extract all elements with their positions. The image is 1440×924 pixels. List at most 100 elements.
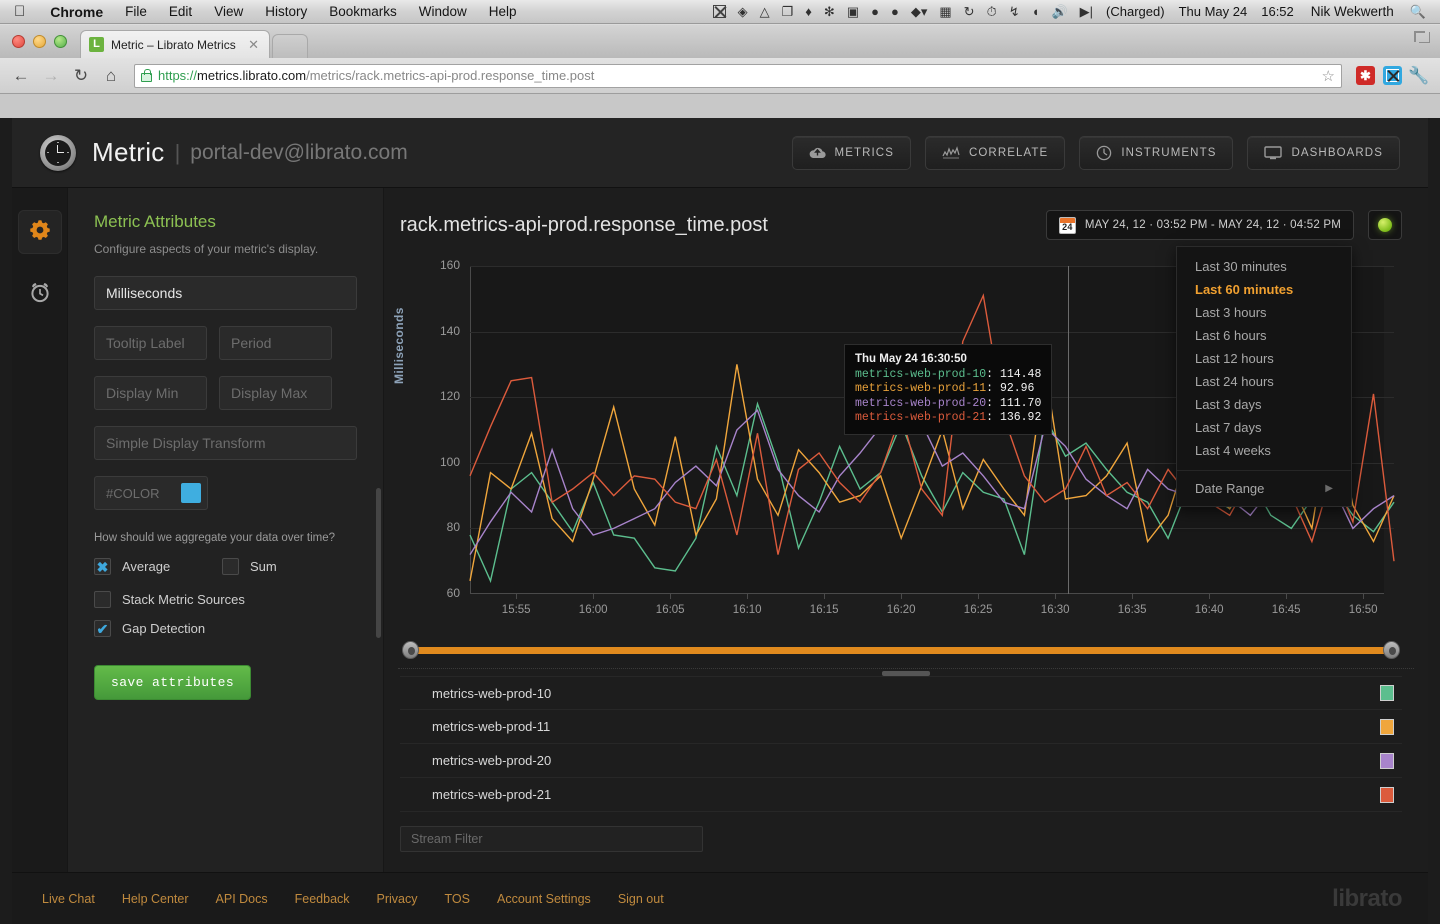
footer-link-account-settings[interactable]: Account Settings (497, 892, 591, 906)
close-icon[interactable]: ✕ (246, 37, 261, 53)
legend-row[interactable]: metrics-web-prod-21 (400, 778, 1402, 812)
menu-item-window[interactable]: Window (408, 4, 478, 19)
menu-item-file[interactable]: File (114, 4, 158, 19)
dropdown-item-1[interactable]: Last 60 minutes (1177, 278, 1351, 301)
dropdown-item-5[interactable]: Last 24 hours (1177, 370, 1351, 393)
legend-color-swatch[interactable] (1380, 752, 1394, 769)
panel-resize-handle[interactable] (398, 668, 1414, 676)
display-transform-input[interactable] (94, 426, 357, 460)
leaf-icon[interactable]: ◆▾ (905, 4, 934, 20)
menu-item-bookmarks[interactable]: Bookmarks (318, 4, 408, 19)
save-attributes-button[interactable]: save attributes (94, 665, 252, 700)
legend-color-swatch[interactable] (1380, 685, 1394, 701)
extension-red-icon[interactable]: ✱ (1356, 66, 1375, 85)
browser-tab[interactable]: L Metric – Librato Metrics ✕ (80, 30, 270, 58)
display-name-input[interactable] (94, 276, 357, 310)
reload-icon[interactable]: ↻ (68, 63, 94, 89)
volume-icon[interactable]: 🔊 (1045, 4, 1073, 20)
screen-icon[interactable]: ▣ (841, 4, 865, 20)
legend-color-swatch[interactable] (1380, 786, 1394, 803)
wrench-icon[interactable]: 🔧 (1406, 63, 1432, 89)
legend-row[interactable]: metrics-web-prod-11 (400, 710, 1402, 744)
flame-icon[interactable]: ♦ (799, 4, 818, 19)
slider-handle-right[interactable] (1383, 641, 1400, 659)
resize-grip[interactable] (882, 671, 930, 676)
rail-button-alerts[interactable] (18, 272, 62, 316)
display-min-input[interactable] (94, 376, 207, 410)
copy-icon[interactable]: ❐ (776, 4, 800, 20)
nav-instruments-button[interactable]: INSTRUMENTS (1079, 135, 1234, 170)
period-input[interactable] (219, 326, 332, 360)
power-plug-icon[interactable]: ▶| (1074, 4, 1099, 20)
dropdown-item-4[interactable]: Last 12 hours (1177, 347, 1351, 370)
footer-link-live-chat[interactable]: Live Chat (42, 892, 95, 906)
home-icon[interactable]: ⌂ (98, 63, 124, 89)
footer-link-feedback[interactable]: Feedback (295, 892, 350, 906)
date-range-button[interactable]: 24 MAY 24, 12 · 03:52 PM - MAY 24, 12 · … (1045, 210, 1354, 240)
color-picker-field[interactable]: #COLOR (94, 476, 208, 510)
slider-track[interactable] (412, 647, 1390, 654)
menu-item-chrome[interactable]: Chrome (39, 4, 114, 20)
legend-row[interactable]: metrics-web-prod-10 (400, 676, 1402, 710)
dropdown-item-2[interactable]: Last 3 hours (1177, 301, 1351, 324)
footer-link-sign-out[interactable]: Sign out (618, 892, 664, 906)
search-icon[interactable]: 🔍 (1404, 4, 1432, 20)
dropdown-item-date-range[interactable]: Date Range ▶ (1177, 477, 1351, 500)
dropdown-item-3[interactable]: Last 6 hours (1177, 324, 1351, 347)
new-tab-button[interactable] (272, 34, 308, 58)
footer-link-help-center[interactable]: Help Center (122, 892, 189, 906)
average-checkbox[interactable]: ✖ (94, 558, 111, 575)
zoom-window-button[interactable] (54, 35, 67, 48)
dropdown-item-0[interactable]: Last 30 minutes (1177, 255, 1351, 278)
footer-link-tos[interactable]: TOS (445, 892, 470, 906)
stack-metric-sources-checkbox[interactable] (94, 591, 111, 608)
shield-icon[interactable]: ● (865, 4, 885, 19)
gap-detection-checkbox[interactable]: ✔ (94, 620, 111, 637)
forward-arrow-icon[interactable]: → (38, 63, 64, 89)
back-arrow-icon[interactable]: ← (8, 63, 34, 89)
footer-link-privacy[interactable]: Privacy (377, 892, 418, 906)
menu-item-history[interactable]: History (254, 4, 318, 19)
nav-correlate-button[interactable]: CORRELATE (924, 135, 1066, 170)
star-icon[interactable]: ☆ (1322, 67, 1335, 85)
x-app-icon[interactable] (707, 5, 732, 18)
date-range-dropdown[interactable]: Last 30 minutes Last 60 minutes Last 3 hou… (1176, 246, 1352, 507)
menu-bar-username[interactable]: Nik Wekwerth (1301, 4, 1404, 19)
address-bar[interactable]: https://metrics.librato.com/metrics/rack… (134, 63, 1342, 88)
menu-item-help[interactable]: Help (478, 4, 528, 19)
bluetooth-icon[interactable]: ↯ (1003, 4, 1026, 20)
circle-icon[interactable]: ● (885, 4, 905, 19)
nav-dashboards-button[interactable]: DASHBOARDS (1247, 135, 1400, 170)
panel-scrollbar[interactable] (376, 488, 381, 638)
color-swatch[interactable] (181, 483, 201, 503)
dropdown-item-7[interactable]: Last 7 days (1177, 416, 1351, 439)
menu-item-view[interactable]: View (203, 4, 254, 19)
apple-logo-icon[interactable]:  (14, 4, 25, 19)
sum-checkbox[interactable] (222, 558, 239, 575)
sync-icon[interactable]: ↻ (958, 4, 981, 20)
dropdown-item-6[interactable]: Last 3 days (1177, 393, 1351, 416)
menu-item-edit[interactable]: Edit (158, 4, 203, 19)
window-controls[interactable] (12, 35, 67, 48)
time-range-slider[interactable] (400, 638, 1402, 662)
dropbox-icon[interactable]: ◈ (732, 4, 754, 20)
legend-row[interactable]: metrics-web-prod-20 (400, 744, 1402, 778)
battery-meter-icon[interactable]: ▦ (933, 4, 957, 20)
clock-alert-icon[interactable]: ⏱ (981, 4, 1003, 20)
minimize-window-button[interactable] (33, 35, 46, 48)
paw-icon[interactable]: ✻ (818, 4, 841, 20)
fullscreen-icon[interactable] (1412, 29, 1432, 45)
legend-color-swatch[interactable] (1380, 718, 1394, 735)
rail-button-settings[interactable] (17, 210, 62, 254)
extension-blue-icon[interactable] (1383, 66, 1402, 85)
close-window-button[interactable] (12, 35, 25, 48)
nav-metrics-button[interactable]: METRICS (791, 135, 911, 170)
live-status-button[interactable] (1368, 210, 1402, 240)
display-max-input[interactable] (219, 376, 332, 410)
dropdown-item-8[interactable]: Last 4 weeks (1177, 439, 1351, 462)
footer-link-api-docs[interactable]: API Docs (216, 892, 268, 906)
slider-handle-left[interactable] (402, 641, 419, 659)
google-drive-icon[interactable]: △ (754, 4, 776, 20)
wifi-icon[interactable]: ◖ (1026, 4, 1046, 19)
stream-filter-input[interactable] (400, 826, 703, 852)
